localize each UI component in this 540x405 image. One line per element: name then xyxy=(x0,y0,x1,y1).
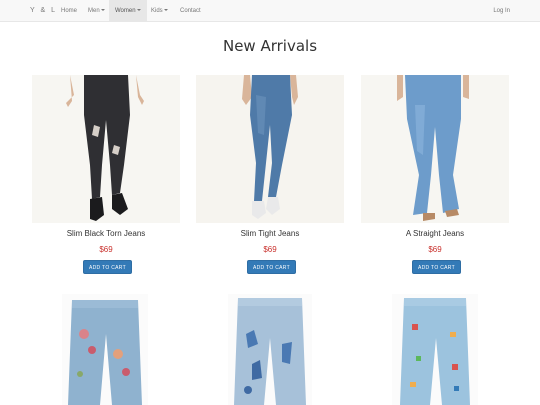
product-image[interactable] xyxy=(196,75,344,223)
product-image[interactable] xyxy=(32,75,180,223)
embroidered-jeans-photo-icon xyxy=(228,294,312,405)
jeans-photo-icon xyxy=(196,75,344,223)
product-image[interactable] xyxy=(62,294,148,405)
add-to-cart-button[interactable]: ADD TO CART xyxy=(412,260,461,274)
page-title: New Arrivals xyxy=(222,37,318,55)
jeans-photo-icon xyxy=(361,75,509,223)
nav-item-label: Women xyxy=(115,8,136,14)
nav-item-label: Kids xyxy=(151,8,163,14)
patched-jeans-photo-icon xyxy=(392,294,478,405)
embroidered-jeans-photo-icon xyxy=(62,294,148,405)
nav-item-kids[interactable]: Kids xyxy=(145,0,174,22)
nav-item-home[interactable]: Home xyxy=(55,0,83,22)
caret-down-icon xyxy=(136,9,141,12)
nav-item-women[interactable]: Women xyxy=(109,0,147,22)
add-to-cart-button[interactable]: ADD TO CART xyxy=(247,260,296,274)
product-price: $69 xyxy=(99,245,113,254)
nav-item-label: Home xyxy=(61,8,78,14)
product-name: Slim Tight Jeans xyxy=(240,229,300,238)
product-price: $69 xyxy=(428,245,442,254)
product-price: $69 xyxy=(263,245,277,254)
nav-item-men[interactable]: Men xyxy=(82,0,111,22)
nav-item-label: Contact xyxy=(180,8,201,14)
nav-item-label: Men xyxy=(88,8,100,14)
navbar: Y & L Home Men Women Kids Contact Log In xyxy=(0,0,540,22)
product-name: A Straight Jeans xyxy=(405,229,465,238)
nav-item-contact[interactable]: Contact xyxy=(174,0,207,22)
product-image[interactable] xyxy=(361,75,509,223)
product-name: Slim Black Torn Jeans xyxy=(66,229,146,238)
login-link[interactable]: Log In xyxy=(493,0,510,22)
product-image[interactable] xyxy=(228,294,312,405)
caret-down-icon xyxy=(163,9,168,12)
jeans-photo-icon xyxy=(32,75,180,223)
add-to-cart-button[interactable]: ADD TO CART xyxy=(83,260,132,274)
product-image[interactable] xyxy=(392,294,478,405)
brand-logo[interactable]: Y & L xyxy=(30,0,57,22)
caret-down-icon xyxy=(100,9,105,12)
